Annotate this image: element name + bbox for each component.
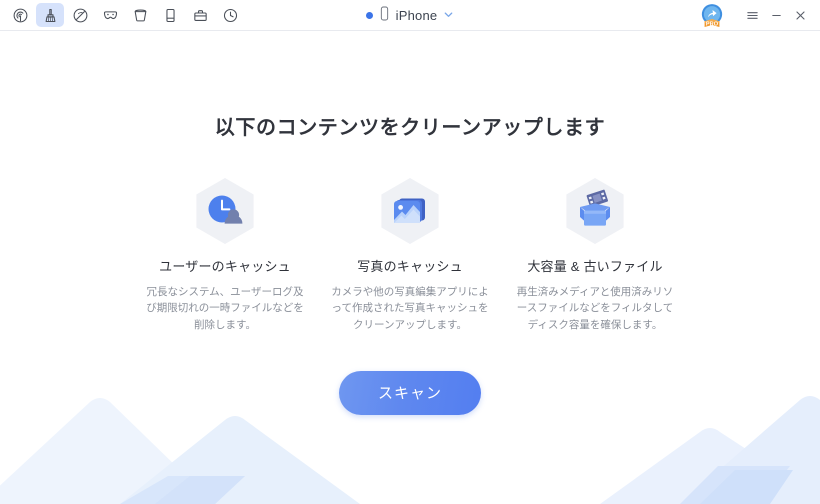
device-name-label: iPhone [395,8,438,23]
privacy-mask-icon [102,7,119,24]
window-controls: PRO [697,0,820,31]
feature-card-list: ユーザーのキャッシュ 冗長なシステム、ユーザーログ及び期限切れの一時ファイルなど… [0,176,820,333]
main-content: 以下のコンテンツをクリーンアップします ユーザーのキャッシュ 冗長なシステム、ユ… [0,31,820,504]
feature-card-user-cache[interactable]: ユーザーのキャッシュ 冗長なシステム、ユーザーログ及び期限切れの一時ファイルなど… [133,176,318,333]
toolbar-item-junk[interactable] [126,3,154,27]
toolbar-item-device[interactable] [156,3,184,27]
card-description: カメラや他の写真編集アプリによって作成された写真キャッシュをクリーンアップします… [331,286,489,331]
close-button[interactable] [789,5,811,27]
card-description: 冗長なシステム、ユーザーログ及び期限切れの一時ファイルなどを削除します。 [146,286,304,331]
card-icon-wrapper [136,176,315,251]
user-cache-icon [192,176,258,251]
erase-icon [72,7,89,24]
card-title: ユーザーのキャッシュ [159,259,291,274]
scan-button-wrapper: スキャン [0,370,820,415]
main-toolbar [0,3,244,27]
toolkit-briefcase-icon [192,7,209,24]
card-icon-wrapper [506,176,685,251]
device-phone-small-icon [379,6,390,26]
toolbar-item-clean[interactable] [36,3,64,27]
clean-icon [42,7,59,24]
toolbar-item-detect[interactable] [6,3,34,27]
content-inner: 以下のコンテンツをクリーンアップします ユーザーのキャッシュ 冗長なシステム、ユ… [0,111,820,415]
history-clock-icon [222,7,239,24]
device-phone-icon [162,7,179,24]
pro-badge-text: PRO [706,21,719,27]
chevron-down-icon[interactable] [443,7,454,25]
title-bar: iPhone PRO [0,0,820,31]
toolbar-item-erase[interactable] [66,3,94,27]
menu-button[interactable] [741,5,763,27]
card-title: 大容量 & 古いファイル [527,259,663,274]
toolbar-item-privacy[interactable] [96,3,124,27]
page-title: 以下のコンテンツをクリーンアップします [214,117,606,139]
toolbar-item-history[interactable] [216,3,244,27]
photo-cache-icon [377,176,443,251]
scan-button[interactable]: スキャン [339,370,481,415]
minimize-button[interactable] [765,5,787,27]
feature-card-photo-cache[interactable]: 写真のキャッシュ カメラや他の写真編集アプリによって作成された写真キャッシュをク… [318,176,503,333]
card-icon-wrapper [321,176,500,251]
card-title: 写真のキャッシュ [357,259,463,274]
toolbar-item-toolkit[interactable] [186,3,214,27]
card-description: 再生済みメディアと使用済みリソースファイルなどをフィルタしてディスク容量を確保し… [516,286,674,331]
detect-icon [12,7,29,24]
pro-badge[interactable]: PRO [697,1,727,31]
feature-card-large-old-files[interactable]: 大容量 & 古いファイル 再生済みメディアと使用済みリソースファイルなどをフィル… [503,176,688,333]
large-old-files-icon [562,176,628,251]
bucket-icon [132,7,149,24]
device-status-dot [365,12,373,19]
